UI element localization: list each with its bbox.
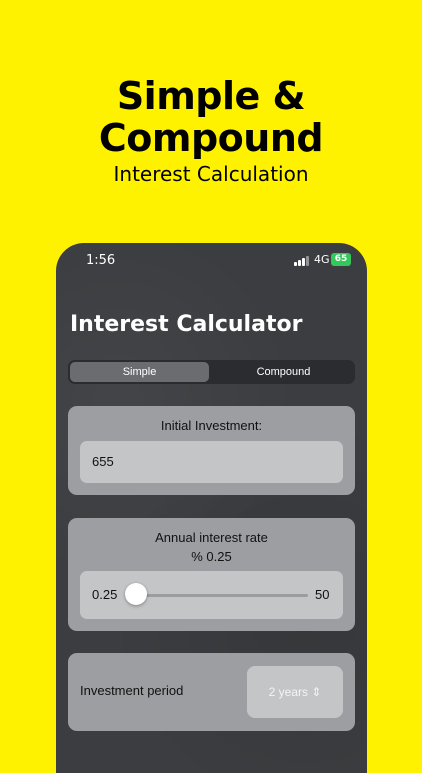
subheadline: Interest Calculation (113, 162, 309, 186)
interest-rate-slider: 0.25 50 (80, 571, 343, 619)
status-bar: 1:56 4G 65 (56, 243, 367, 279)
tab-compound[interactable]: Compound (214, 362, 353, 382)
slider-min-label: 0.25 (92, 587, 118, 602)
investment-period-value: 2 years (268, 685, 308, 699)
investment-period-label: Investment period (80, 683, 184, 698)
investment-period-card: Investment period 2 years ⇕ (68, 653, 355, 731)
interest-rate-value: % 0.25 (191, 549, 232, 564)
page-title: Interest Calculator (70, 312, 303, 337)
slider-track[interactable] (136, 594, 308, 597)
headline-line-1: Simple & (116, 74, 306, 118)
slider-max-label: 50 (315, 587, 330, 602)
network-type: 4G (314, 253, 330, 266)
chevron-up-down-icon: ⇕ (311, 685, 322, 699)
interest-rate-label: Annual interest rate (155, 530, 268, 545)
interest-rate-card: Annual interest rate % 0.25 0.25 50 (68, 518, 355, 631)
signal-icon (294, 256, 310, 266)
phone-screen: 1:56 4G 65 Interest Calculator Simple Co… (56, 243, 367, 773)
battery-icon: 65 (331, 253, 351, 266)
initial-investment-card: Initial Investment: 655 (68, 406, 355, 495)
tab-simple[interactable]: Simple (70, 362, 209, 382)
investment-period-picker[interactable]: 2 years ⇕ (247, 666, 343, 718)
segmented-control: Simple Compound (68, 360, 355, 384)
headline-line-2: Compound (98, 116, 324, 160)
slider-thumb[interactable] (125, 583, 147, 605)
initial-investment-label: Initial Investment: (160, 418, 263, 433)
initial-investment-field[interactable]: 655 (80, 441, 343, 483)
status-time: 1:56 (86, 253, 116, 268)
